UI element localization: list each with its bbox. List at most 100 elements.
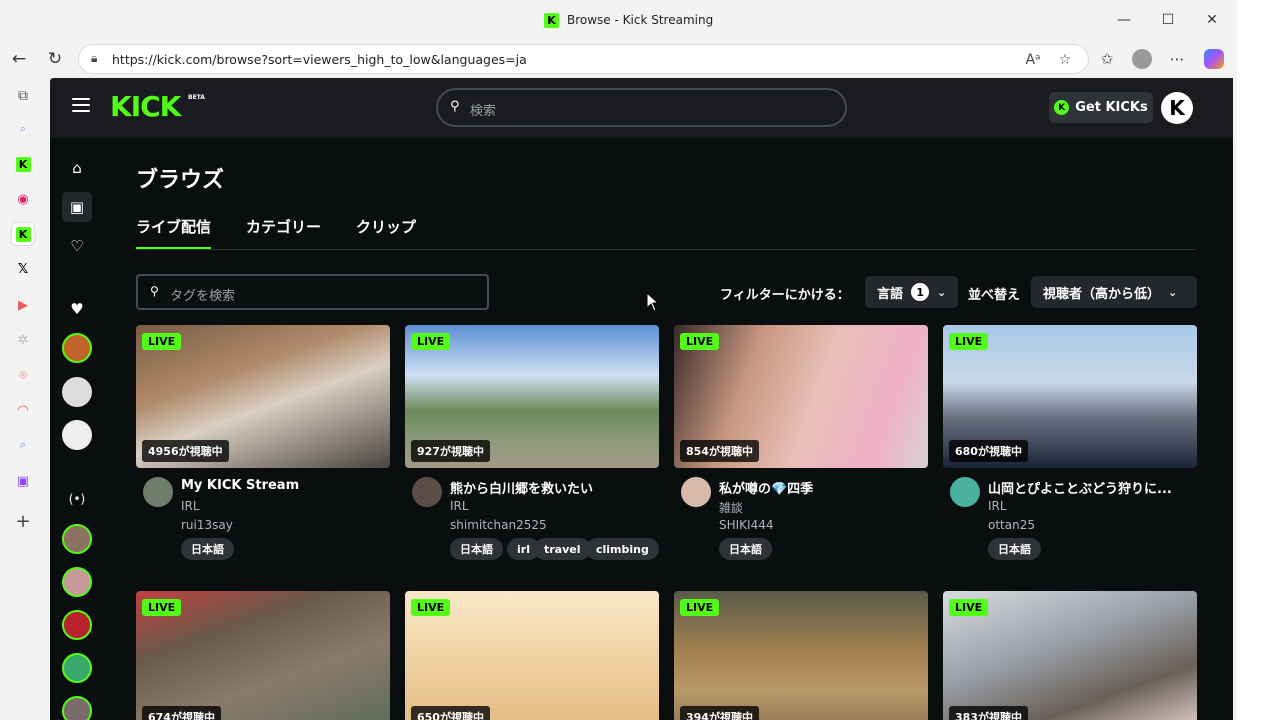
chevron-down-icon: ⌄ (1168, 285, 1178, 299)
minimize-button[interactable]: — (1112, 8, 1136, 32)
get-kicks-button[interactable]: K Get KICKs (1049, 92, 1153, 123)
kick-header: KICK BETA ⚲ 検索 K Get KICKs K (50, 78, 1233, 138)
search-input[interactable]: ⚲ 検索 (436, 88, 847, 127)
kick-sidebar: ⌂ ▣ ♡ ♥ (•) (50, 138, 104, 720)
live-badge: LIVE (949, 333, 989, 350)
page-title: ブラウズ (136, 168, 225, 193)
address-bar[interactable]: 🔒︎ https://kick.com/browse?sort=viewers_… (78, 44, 1089, 74)
recommended-channel-avatar[interactable] (62, 524, 92, 554)
recommended-channel-avatar[interactable] (62, 653, 92, 683)
followed-channel-avatar[interactable] (62, 377, 92, 407)
stream-thumbnail[interactable]: LIVE 854が視聴中 (674, 325, 928, 468)
stream-title[interactable]: 山岡とぴよことぶどう狩りに... (988, 478, 1193, 497)
tab-live[interactable]: ライブ配信 (136, 216, 212, 249)
youtube-icon[interactable]: ▶ (12, 294, 34, 316)
copilot-button[interactable] (1201, 46, 1227, 72)
stream-category[interactable]: 雑談 (719, 499, 743, 516)
menu-icon[interactable] (72, 98, 90, 116)
stream-thumbnail[interactable]: LIVE 4956が視聴中 (136, 325, 390, 468)
favorite-star-icon[interactable]: ☆ (1055, 50, 1075, 70)
recommended-channel-avatar[interactable] (62, 610, 92, 640)
stream-title[interactable]: My KICK Stream (181, 478, 386, 493)
back-button[interactable]: ← (6, 46, 32, 72)
site-info-icon[interactable]: 🔒︎ (91, 51, 105, 65)
stream-category[interactable]: IRL (181, 499, 200, 513)
stream-category[interactable]: IRL (988, 499, 1007, 513)
tab-clips[interactable]: クリップ (356, 216, 416, 237)
viewer-count: 383が視聴中 (949, 706, 1028, 720)
viewer-count: 394が視聴中 (680, 706, 759, 720)
search-icon: ⚲ (450, 99, 460, 114)
tag-chip[interactable]: travel (534, 538, 591, 560)
channel-avatar[interactable] (143, 477, 173, 507)
tag-chip[interactable]: climbing (586, 538, 659, 560)
refresh-button[interactable]: ↻ (42, 46, 68, 72)
live-broadcast-icon[interactable]: (•) (62, 484, 92, 514)
tab-actions-icon[interactable]: ⧉ (12, 85, 34, 107)
kick-active-tab-icon[interactable]: K (12, 223, 34, 245)
viewer-count: 927が視聴中 (411, 440, 490, 462)
browse-icon[interactable]: ▣ (62, 192, 92, 222)
add-icon[interactable]: + (12, 510, 34, 532)
kick-logo-icon: K (15, 156, 31, 172)
stream-category[interactable]: IRL (450, 499, 469, 513)
kick-sidebar-icon[interactable]: K (12, 153, 34, 175)
recommended-channel-avatar[interactable] (62, 696, 92, 720)
tag-search-placeholder: タグを検索 (170, 289, 236, 304)
map-pin-icon[interactable]: ⌾ (12, 364, 34, 386)
stream-thumbnail[interactable]: LIVE 680が視聴中 (943, 325, 1197, 468)
channel-avatar[interactable] (681, 477, 711, 507)
close-button[interactable]: ✕ (1200, 8, 1224, 32)
search-icon[interactable]: ⌕ (12, 434, 34, 456)
sort-label: 並べ替え (968, 288, 1021, 303)
user-avatar[interactable]: K (1161, 92, 1193, 124)
profile-button[interactable] (1129, 46, 1155, 72)
favorites-heart-icon[interactable]: ♥ (62, 294, 92, 324)
tag-chip[interactable]: 日本語 (181, 538, 234, 560)
channel-avatar[interactable] (950, 477, 980, 507)
url-text[interactable]: https://kick.com/browse?sort=viewers_hig… (112, 52, 527, 67)
stream-title[interactable]: 熊から白川郷を救いたい (450, 478, 655, 497)
window-title-text: Browse - Kick Streaming (567, 13, 714, 27)
stream-thumbnail[interactable]: LIVE 674が視聴中 (136, 591, 390, 720)
stream-thumbnail[interactable]: LIVE 383が視聴中 (943, 591, 1197, 720)
filter-count-badge: 1 (911, 283, 930, 301)
browser-window: K Browse - Kick Streaming — ☐ ✕ ← ↻ 🔒︎ h… (0, 0, 1237, 720)
speed-icon[interactable]: ◠ (12, 399, 34, 421)
channel-name[interactable]: rui13say (181, 518, 233, 532)
more-menu-icon[interactable]: ⋯ (1164, 46, 1190, 72)
channel-avatar[interactable] (412, 477, 442, 507)
tag-chip[interactable]: 日本語 (719, 538, 772, 560)
maximize-button[interactable]: ☐ (1156, 8, 1180, 32)
viewer-count: 680が視聴中 (949, 440, 1028, 462)
tag-chip[interactable]: 日本語 (988, 538, 1041, 560)
followed-channel-avatar[interactable] (62, 333, 92, 363)
tag-search-input[interactable]: ⚲ タグを検索 (136, 274, 489, 310)
recommended-channel-avatar[interactable] (62, 567, 92, 597)
stream-title[interactable]: 私が噂の💎四季 (719, 478, 924, 497)
logo-text: KICK (110, 90, 181, 123)
stream-thumbnail[interactable]: LIVE 650が視聴中 (405, 591, 659, 720)
read-aloud-icon[interactable]: Aᵃ (1023, 50, 1043, 70)
followed-channel-avatar[interactable] (62, 420, 92, 450)
channel-name[interactable]: ottan25 (988, 518, 1035, 532)
channel-name[interactable]: shimitchan2525 (450, 518, 547, 532)
stream-thumbnail[interactable]: LIVE 927が視聴中 (405, 325, 659, 468)
settings-icon[interactable]: ✲ (12, 329, 34, 351)
favorites-icon[interactable]: ✩ (1094, 46, 1120, 72)
live-badge: LIVE (411, 333, 451, 350)
channel-name[interactable]: SHIKI444 (719, 518, 774, 532)
live-badge: LIVE (680, 333, 720, 350)
tag-chip[interactable]: 日本語 (450, 538, 503, 560)
search-icon[interactable]: ⌕ (12, 118, 34, 140)
stream-thumbnail[interactable]: LIVE 394が視聴中 (674, 591, 928, 720)
home-icon[interactable]: ⌂ (62, 153, 92, 183)
twitch-icon[interactable]: ▣ (12, 470, 34, 492)
sort-dropdown[interactable]: 視聴者（高から低） ⌄ (1031, 276, 1197, 308)
app-icon[interactable]: ◉ (12, 188, 34, 210)
language-filter-dropdown[interactable]: 言語 1 ⌄ (865, 276, 959, 308)
kick-logo[interactable]: KICK BETA (110, 90, 205, 123)
x-icon[interactable]: 𝕏 (12, 258, 34, 280)
tab-categories[interactable]: カテゴリー (246, 216, 321, 237)
following-icon[interactable]: ♡ (62, 231, 92, 261)
